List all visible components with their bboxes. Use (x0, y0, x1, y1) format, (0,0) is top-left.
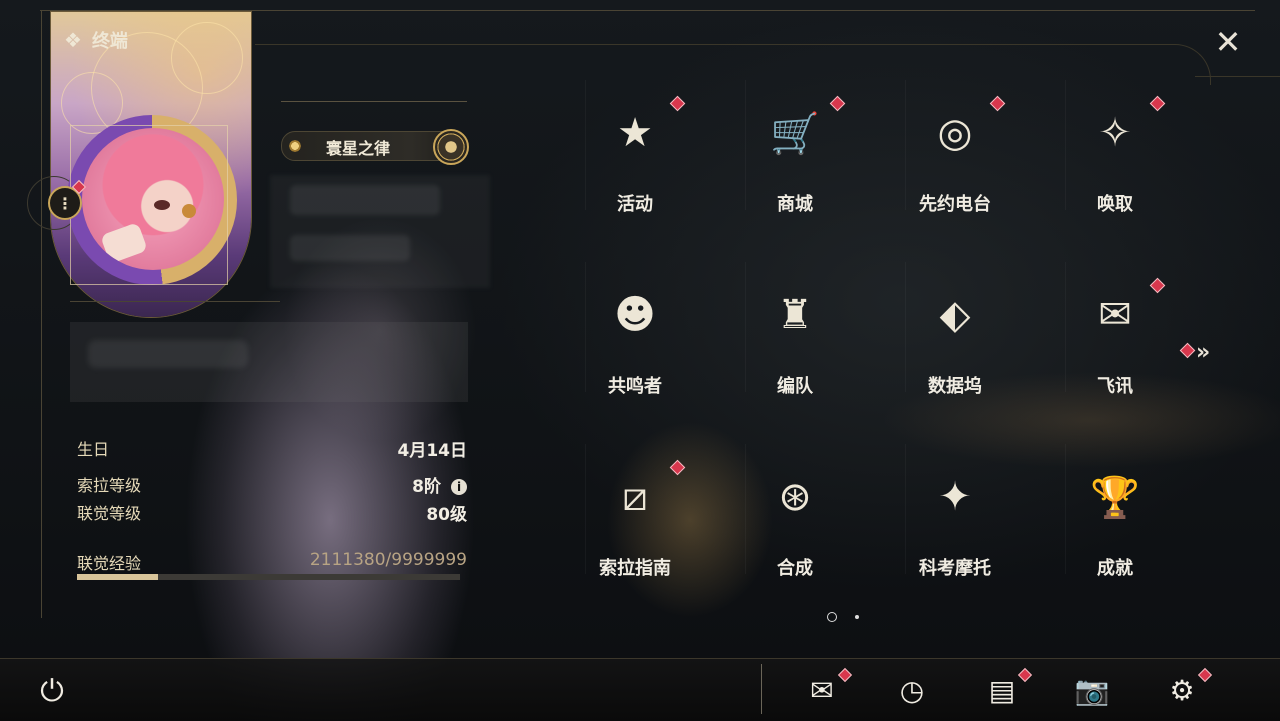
page-dot-active[interactable] (827, 612, 837, 622)
menu-tile-label: 共鸣者 (608, 376, 662, 397)
event-icon: ★ (617, 110, 653, 156)
stat-label: 生日 (77, 440, 110, 459)
settings-icon[interactable]: ⚙ (1162, 670, 1202, 710)
notification-badge (669, 95, 686, 112)
frame-line (255, 44, 1160, 45)
blurred-signature (70, 322, 468, 402)
camera-icon[interactable]: 📷 (1072, 670, 1112, 710)
menu-tile[interactable]: ✉ 飞讯 (1040, 262, 1190, 412)
divider (70, 301, 280, 302)
title-badge-label: 寰星之律 (326, 139, 391, 158)
notification-badge (1149, 95, 1166, 112)
exp-label: 联觉经验 (77, 554, 142, 573)
exp-value: 2111380/9999999 (309, 550, 467, 570)
menu-tile[interactable]: ✧ 唤取 (1040, 80, 1190, 230)
page-indicator (827, 611, 859, 623)
stat-label: 联觉等级 (77, 504, 142, 523)
notification-badge (669, 459, 686, 476)
orb-icon (433, 129, 469, 165)
menu-tile-label: 飞讯 (1097, 376, 1133, 397)
terminal-icon: ❖ (64, 28, 82, 52)
menu-tile-label: 合成 (777, 558, 813, 579)
message-icon: ✉ (1098, 292, 1132, 338)
menu-tile[interactable]: ⧄ 索拉指南 (560, 444, 710, 594)
notification-badge (1149, 277, 1166, 294)
menu-tile-label: 编队 (777, 376, 813, 397)
synthesis-icon: ⊛ (778, 474, 812, 520)
menu-tile-label: 科考摩托 (919, 558, 991, 579)
team-icon: ♜ (777, 292, 813, 338)
frame-line (40, 10, 1255, 11)
stat-birthday: 生日 4月14日 (77, 436, 468, 461)
blurred-info (270, 175, 490, 288)
page-title: 终端 (91, 31, 128, 52)
menu-tile-label: 索拉指南 (599, 558, 671, 579)
notification-badge (989, 95, 1006, 112)
exp-progress-fill (77, 574, 158, 580)
menu-tile[interactable]: 🛒 商城 (720, 80, 870, 230)
frame-line (1195, 76, 1280, 77)
exp-progress-bar (77, 574, 460, 580)
radio-icon: ◎ (937, 110, 973, 156)
menu-tile-label: 唤取 (1097, 194, 1133, 215)
info-icon[interactable]: i (451, 479, 467, 495)
menu-tile[interactable]: 🏆 成就 (1040, 444, 1190, 594)
menu-tile[interactable]: ♜ 编队 (720, 262, 870, 412)
close-button[interactable]: ✕ (1208, 22, 1248, 62)
stat-sol-rank: 索拉等级 8阶 i (77, 472, 467, 497)
menu-tile-label: 先约电台 (919, 194, 991, 215)
stat-value: 4月14日 (397, 440, 468, 461)
page-dot[interactable] (855, 615, 859, 619)
guide-icon: ⧄ (622, 474, 648, 520)
frame-line (41, 10, 42, 618)
menu-tile-label: 活动 (617, 194, 653, 215)
trophy-icon: 🏆 (1090, 474, 1140, 521)
avatar[interactable] (82, 128, 224, 270)
menu-tile[interactable]: ☻ 共鸣者 (560, 262, 710, 412)
divider (281, 101, 467, 102)
menu-tile-label: 商城 (777, 194, 813, 215)
terminal-header: ❖ 终端 (64, 27, 128, 53)
summon-icon: ✧ (1098, 110, 1132, 156)
power-button[interactable]: ⏻ (32, 672, 72, 712)
stat-value: 80级 (426, 504, 467, 525)
title-badge[interactable]: 寰星之律 (281, 129, 469, 165)
exp-row: 联觉经验 2111380/9999999 (77, 550, 467, 574)
stat-label: 索拉等级 (77, 476, 142, 495)
sun-icon (286, 137, 304, 155)
motorbike-icon: ✦ (938, 474, 972, 520)
clock-icon[interactable]: ◷ (892, 670, 932, 710)
menu-tile[interactable]: ★ 活动 (560, 80, 710, 230)
menu-tile[interactable]: ⊛ 合成 (720, 444, 870, 594)
notification-badge (829, 95, 846, 112)
stat-value: 8阶 (412, 476, 441, 497)
divider (761, 664, 762, 714)
menu-tile-label: 成就 (1097, 558, 1133, 579)
menu-tile[interactable]: ◎ 先约电台 (880, 80, 1030, 230)
shop-icon: 🛒 (770, 110, 820, 157)
resonator-icon: ☻ (614, 292, 656, 338)
menu-tile[interactable]: ✦ 科考摩托 (880, 444, 1030, 594)
stat-union-level: 联觉等级 80级 (77, 500, 467, 525)
databank-icon: ⬖ (939, 292, 971, 338)
menu-tile[interactable]: ⬖ 数据坞 (880, 262, 1030, 412)
menu-tile-label: 数据坞 (928, 376, 982, 397)
next-page-button[interactable]: » (1196, 340, 1210, 365)
mail-icon[interactable]: ✉ (802, 670, 842, 710)
notice-icon[interactable]: ▤ (982, 670, 1022, 710)
